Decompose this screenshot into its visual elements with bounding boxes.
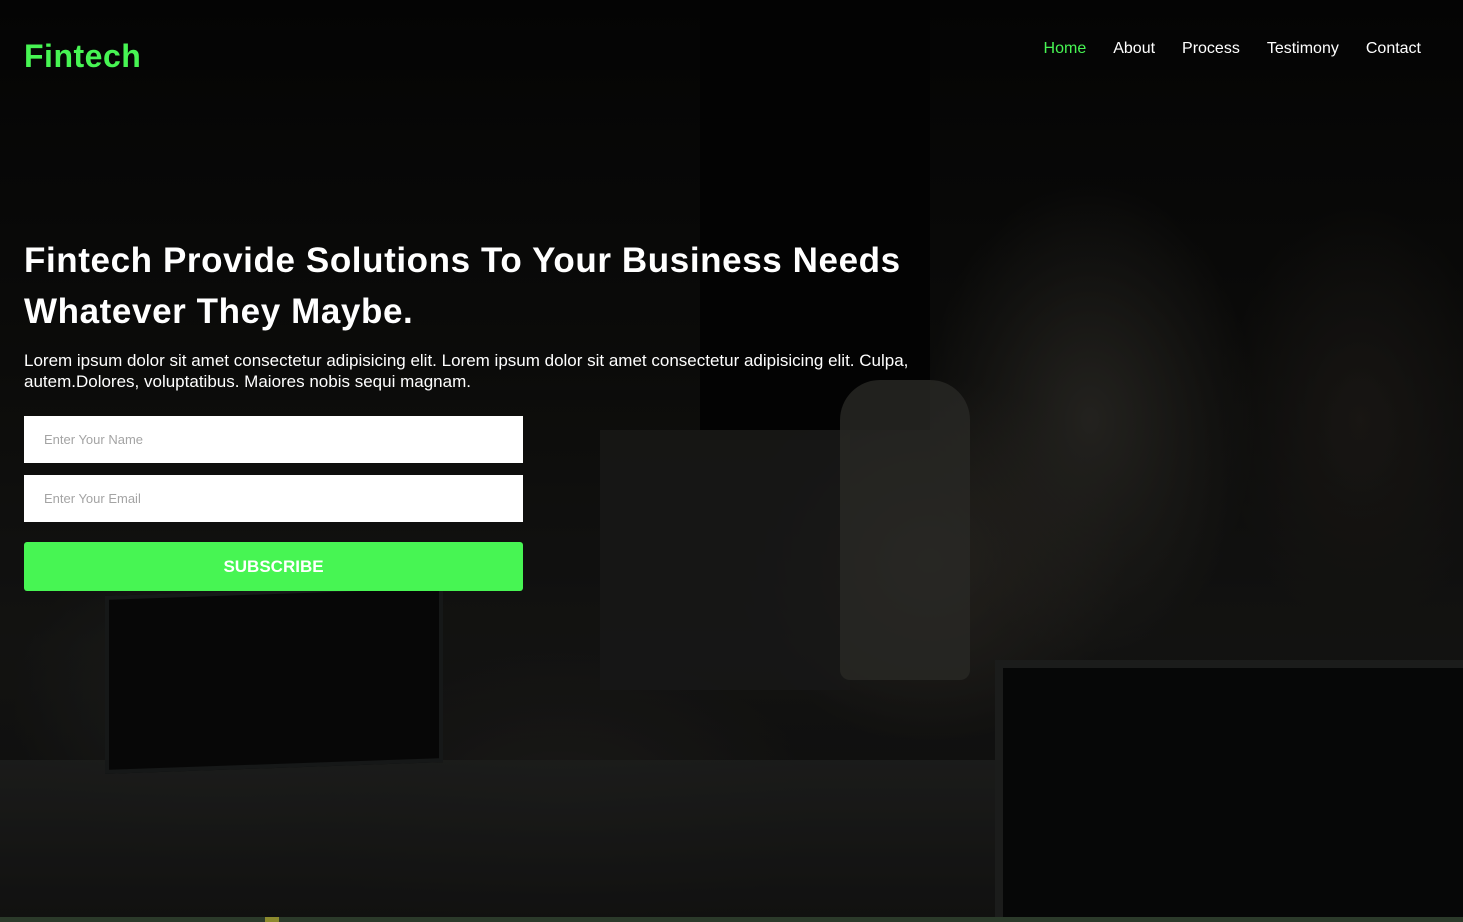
- nav-item-testimony[interactable]: Testimony: [1267, 40, 1339, 58]
- nav-item-about[interactable]: About: [1113, 40, 1155, 58]
- nav-item-process[interactable]: Process: [1182, 40, 1240, 58]
- nav-item-contact[interactable]: Contact: [1366, 40, 1421, 58]
- subscribe-button[interactable]: SUBSCRIBE: [24, 542, 523, 591]
- nav-item-home[interactable]: Home: [1044, 40, 1087, 58]
- hero-title: Fintech Provide Solutions To Your Busine…: [24, 241, 901, 331]
- hero-subtitle: Lorem ipsum dolor sit amet consectetur a…: [24, 351, 909, 391]
- brand-logo[interactable]: Fintech: [24, 38, 141, 75]
- email-input[interactable]: [24, 475, 523, 522]
- main-nav: Home About Process Testimony Contact: [1044, 40, 1421, 58]
- name-input[interactable]: [24, 416, 523, 463]
- bottom-scroll-strip: [0, 917, 1463, 922]
- scroll-marker: [265, 917, 279, 922]
